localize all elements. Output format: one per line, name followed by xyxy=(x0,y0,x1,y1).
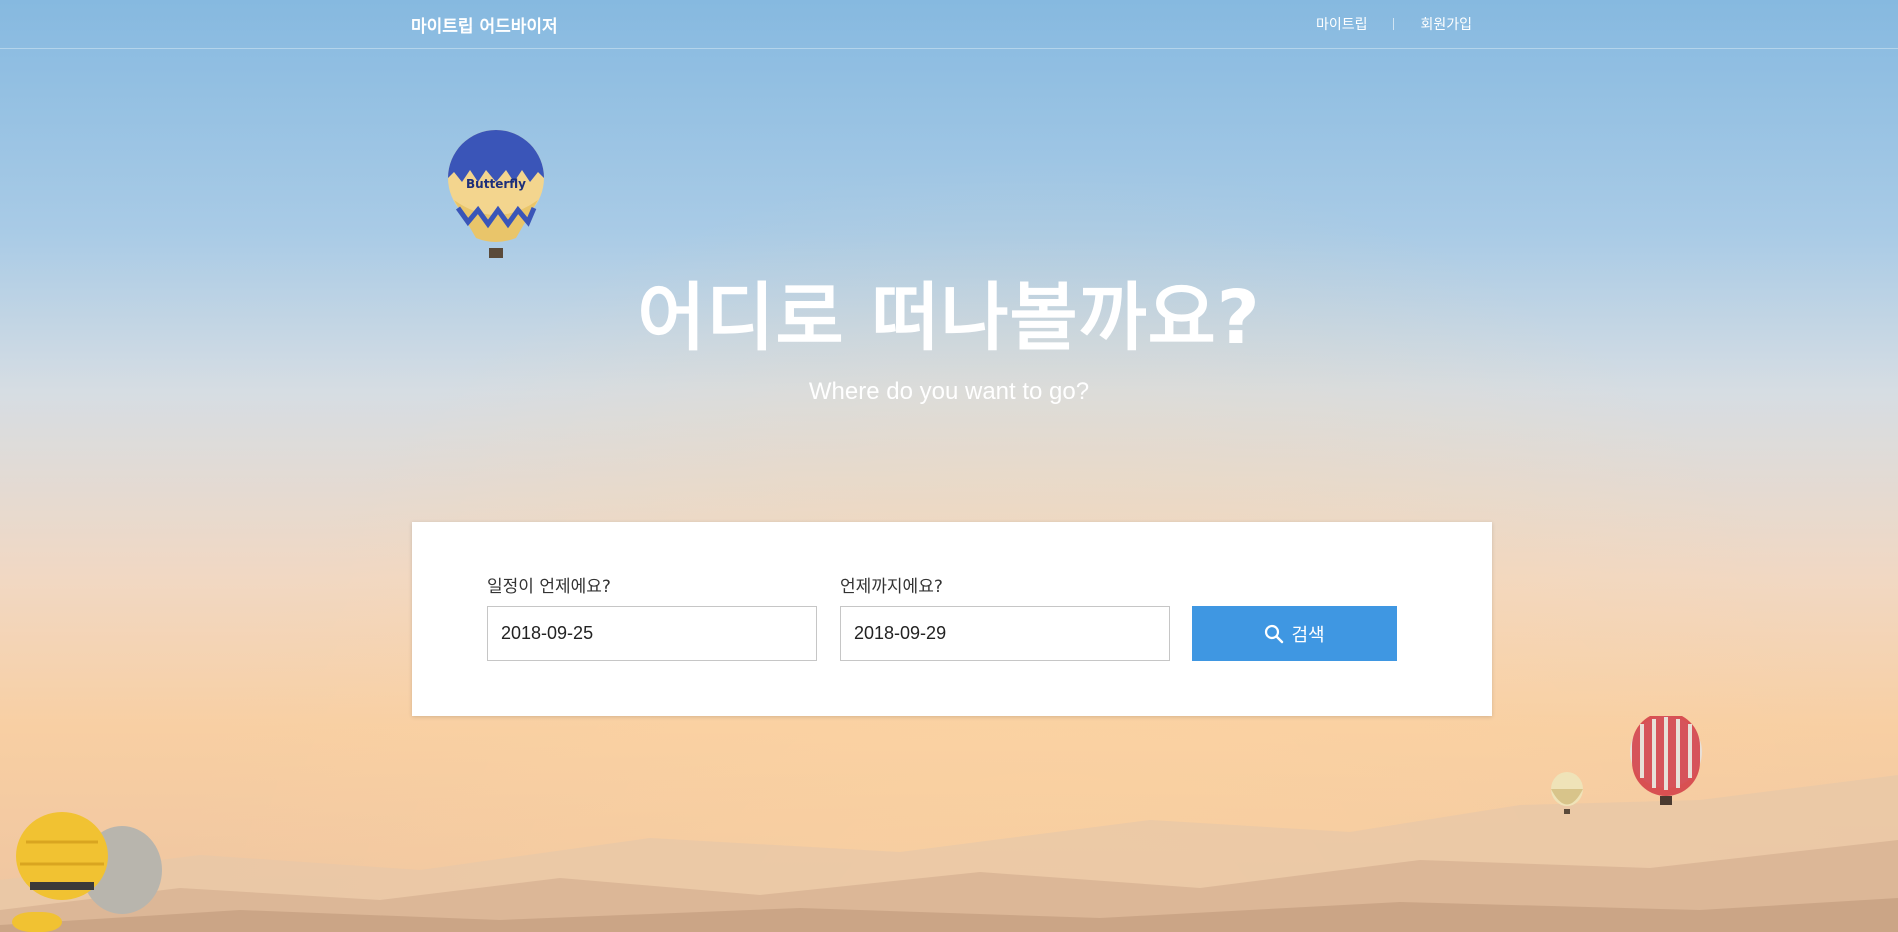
search-button[interactable]: 검색 xyxy=(1192,606,1397,661)
hot-air-balloon-yellow xyxy=(12,812,162,932)
hero-title: 어디로 떠나볼까요? xyxy=(637,275,1261,361)
site-logo[interactable]: 마이트립 어드바이저 xyxy=(411,12,558,37)
background-hills xyxy=(0,775,1898,932)
hot-air-balloon-small xyxy=(1551,772,1583,814)
balloon-brand-text: Butterfly xyxy=(466,177,526,191)
nav-link-signup[interactable]: 회원가입 xyxy=(1420,14,1472,34)
search-button-label: 검색 xyxy=(1291,624,1325,646)
start-date-input[interactable] xyxy=(487,606,817,661)
start-date-label: 일정이 언제에요? xyxy=(487,577,611,597)
top-nav: 마이트립 회원가입 xyxy=(1316,14,1472,34)
date-search-card: 일정이 언제에요? 언제까지에요? 검색 xyxy=(412,522,1492,716)
top-header: 마이트립 어드바이저 마이트립 회원가입 xyxy=(0,0,1898,49)
end-date-input[interactable] xyxy=(840,606,1170,661)
hot-air-balloon-red xyxy=(1630,716,1702,805)
nav-divider xyxy=(1393,18,1395,30)
nav-link-mytrip[interactable]: 마이트립 xyxy=(1316,14,1368,34)
end-date-label: 언제까지에요? xyxy=(840,577,943,597)
hot-air-balloon-blue: Butterfly xyxy=(448,130,544,258)
search-icon xyxy=(1265,624,1284,643)
hero-subtitle: Where do you want to go? xyxy=(808,378,1090,405)
